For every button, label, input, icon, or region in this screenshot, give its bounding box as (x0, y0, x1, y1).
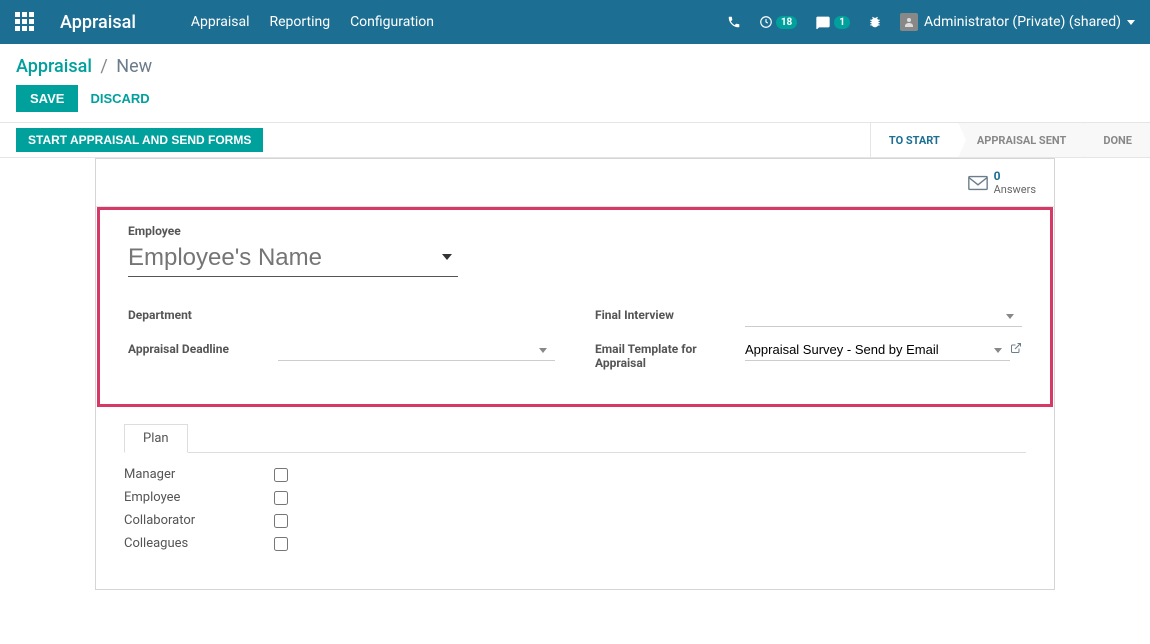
deadline-input[interactable] (278, 339, 555, 361)
top-navbar: Appraisal Appraisal Reporting Configurat… (0, 0, 1150, 44)
form-grid: Department Appraisal Deadline Final Inte… (128, 305, 1022, 380)
nav-appraisal[interactable]: Appraisal (191, 14, 250, 30)
department-row: Department (128, 305, 555, 329)
external-link-icon[interactable] (1010, 342, 1022, 358)
action-buttons: SAVE DISCARD (0, 85, 1150, 122)
statusbar: TO START APPRAISAL SENT DONE (870, 123, 1150, 157)
apps-icon[interactable] (15, 12, 35, 32)
activities-badge: 18 (776, 16, 797, 29)
systray: 18 1 Administrator (Private) (shared) (727, 13, 1135, 31)
answers-text: 0 Answers (994, 169, 1036, 196)
save-button[interactable]: SAVE (16, 85, 78, 112)
caret-down-icon[interactable] (539, 348, 547, 353)
plan-checkbox-employee[interactable] (274, 491, 288, 505)
answers-button[interactable]: 0 Answers (967, 169, 1036, 196)
answers-label: Answers (994, 183, 1036, 196)
discard-button[interactable]: DISCARD (90, 91, 149, 106)
plan-checkbox-collaborator[interactable] (274, 514, 288, 528)
dropdown-caret-icon[interactable] (442, 254, 452, 260)
phone-icon[interactable] (727, 15, 741, 29)
plan-row-employee: Employee (124, 490, 1026, 505)
plan-row-manager: Manager (124, 467, 1026, 482)
plan-row-collaborator: Collaborator (124, 513, 1026, 528)
breadcrumb: Appraisal / New (16, 56, 1134, 77)
final-interview-label: Final Interview (595, 305, 745, 322)
breadcrumb-root[interactable]: Appraisal (16, 56, 92, 77)
nav-reporting[interactable]: Reporting (270, 14, 331, 30)
email-template-input[interactable] (745, 339, 1010, 361)
form-col-left: Department Appraisal Deadline (128, 305, 555, 380)
envelope-icon (967, 174, 989, 192)
plan-checkbox-colleagues[interactable] (274, 537, 288, 551)
tabs-section: Plan Manager Employee Collaborator Colle… (96, 407, 1054, 589)
status-appraisal-sent[interactable]: APPRAISAL SENT (958, 123, 1084, 157)
status-done[interactable]: DONE (1084, 123, 1150, 157)
caret-down-icon[interactable] (1006, 314, 1014, 319)
plan-label-colleagues: Colleagues (124, 536, 274, 551)
employee-input[interactable] (128, 242, 458, 277)
answers-count: 0 (994, 169, 1036, 183)
user-menu[interactable]: Administrator (Private) (shared) (900, 13, 1135, 31)
employee-label: Employee (128, 224, 1022, 238)
plan-label-collaborator: Collaborator (124, 513, 274, 528)
plan-label-employee: Employee (124, 490, 274, 505)
app-title: Appraisal (60, 12, 136, 33)
user-label: Administrator (Private) (shared) (924, 14, 1121, 30)
status-to-start[interactable]: TO START (870, 123, 958, 157)
user-avatar-icon (900, 13, 918, 31)
sheet-header: 0 Answers (96, 159, 1054, 207)
final-interview-input[interactable] (745, 305, 1022, 327)
start-appraisal-button[interactable]: START APPRAISAL AND SEND FORMS (16, 128, 263, 152)
employee-field-wrap (128, 242, 458, 277)
main-fields-section: Employee Department Appraisal Deadline (97, 207, 1053, 407)
breadcrumb-separator: / (100, 56, 107, 77)
caret-down-icon[interactable] (994, 348, 1002, 353)
deadline-row: Appraisal Deadline (128, 339, 555, 363)
status-row: START APPRAISAL AND SEND FORMS TO START … (0, 122, 1150, 158)
tabs: Plan (124, 423, 1026, 453)
plan-checkbox-manager[interactable] (274, 468, 288, 482)
debug-icon[interactable] (868, 15, 882, 29)
breadcrumb-bar: Appraisal / New (0, 44, 1150, 85)
final-interview-row: Final Interview (595, 305, 1022, 329)
plan-content: Manager Employee Collaborator Colleagues (124, 467, 1026, 551)
caret-down-icon (1127, 20, 1135, 25)
main-menu: Appraisal Reporting Configuration (191, 14, 434, 30)
form-col-right: Final Interview Email Template for Appra… (595, 305, 1022, 380)
activities-icon[interactable]: 18 (759, 15, 797, 29)
plan-label-manager: Manager (124, 467, 274, 482)
deadline-label: Appraisal Deadline (128, 339, 278, 356)
email-template-label: Email Template for Appraisal (595, 339, 745, 370)
plan-row-colleagues: Colleagues (124, 536, 1026, 551)
breadcrumb-current: New (116, 56, 152, 77)
email-template-row: Email Template for Appraisal (595, 339, 1022, 370)
messages-badge: 1 (834, 16, 850, 29)
department-label: Department (128, 305, 278, 322)
nav-configuration[interactable]: Configuration (350, 14, 434, 30)
form-sheet: 0 Answers Employee Department Appraisal … (95, 158, 1055, 590)
messages-icon[interactable]: 1 (815, 15, 850, 29)
tab-plan[interactable]: Plan (124, 424, 188, 453)
